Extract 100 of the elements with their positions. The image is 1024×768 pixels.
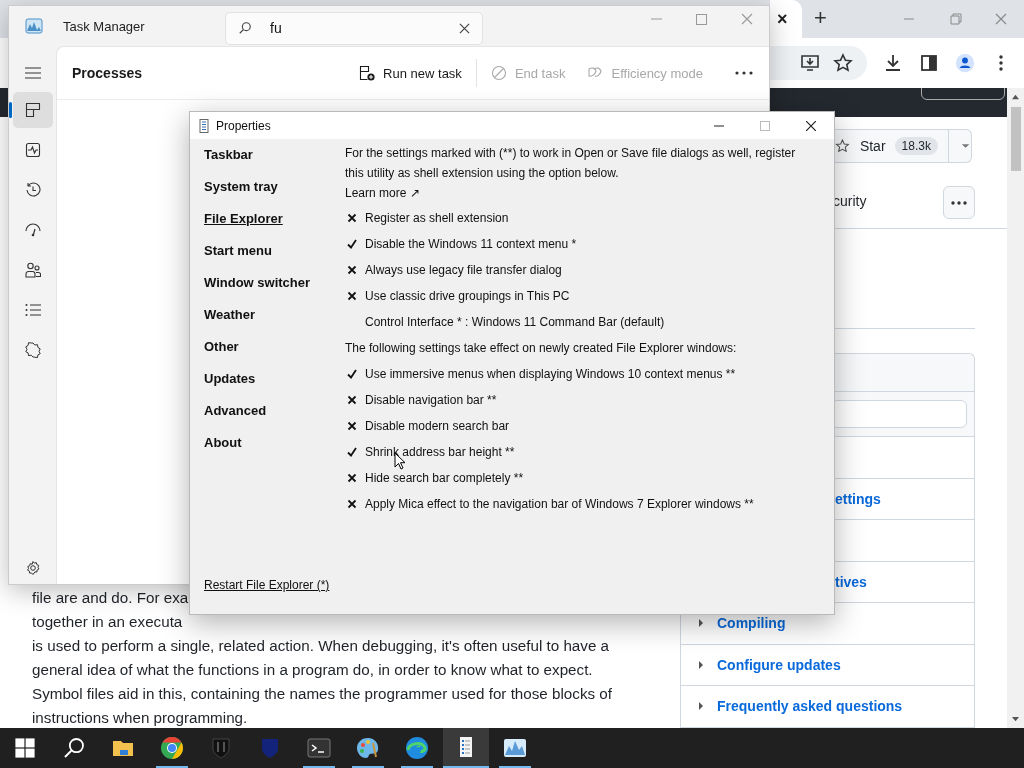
section-link[interactable]: Taskbar [204, 139, 253, 171]
section-link[interactable]: Start menu [204, 235, 272, 267]
start-icon[interactable] [13, 736, 37, 760]
article-text-line: instructions when programming. [32, 708, 248, 728]
section-link[interactable]: Advanced [204, 395, 267, 427]
chart-icon [503, 736, 527, 760]
install-app-icon[interactable] [800, 53, 820, 73]
option-label[interactable]: Use immersive menus when displaying Windows 10 context menus ** [365, 367, 736, 381]
option-label[interactable]: Disable navigation bar ** [365, 393, 497, 407]
scroll-up-icon[interactable] [1011, 93, 1020, 100]
cross-icon[interactable] [347, 499, 357, 509]
palette-icon [356, 736, 380, 760]
blocked-icon [490, 65, 507, 81]
new-tab-button[interactable]: + [814, 5, 827, 31]
expand-arrow-icon[interactable] [698, 660, 704, 669]
section-link[interactable]: Updates [204, 363, 256, 395]
scrollbar-thumb[interactable] [1010, 107, 1021, 171]
star-count: 18.3k [894, 137, 938, 155]
gauge-icon [24, 222, 41, 238]
search-icon[interactable] [62, 736, 86, 760]
nav-item[interactable] [12, 92, 53, 128]
learn-more-link[interactable]: Learn more ↗ [345, 183, 420, 203]
cross-icon[interactable] [347, 421, 357, 431]
side-panel-icon[interactable] [919, 53, 939, 73]
app-icon [25, 18, 43, 34]
clear-icon[interactable] [459, 22, 470, 34]
taskbar-app[interactable] [443, 728, 489, 768]
scrollbar[interactable] [1007, 88, 1024, 728]
sidebar-link[interactable]: ettings [835, 490, 881, 507]
users-icon [24, 262, 41, 278]
expand-arrow-icon[interactable] [698, 619, 704, 628]
shield-icon [209, 736, 233, 760]
option-label[interactable]: Apply Mica effect to the navigation bar of Windows 7 Explorer windows ** [365, 497, 754, 511]
browser-icon [160, 736, 184, 760]
search-icon [238, 21, 252, 35]
article-text-line: is used to perform a single, related action. When debugging, it's often useful to have a [32, 636, 609, 656]
expand-arrow-icon[interactable] [698, 702, 704, 711]
option-label[interactable]: Use classic drive groupings in This PC [365, 289, 570, 303]
article-text-line: file are and do. For exa [32, 588, 189, 608]
scroll-down-icon[interactable] [1011, 716, 1020, 723]
sidebar-link[interactable]: Compiling [717, 615, 786, 632]
profile-avatar-icon[interactable] [955, 53, 975, 73]
option-label[interactable]: Disable the Windows 11 context menu * [365, 237, 577, 251]
download-icon[interactable] [883, 53, 903, 73]
cross-icon[interactable] [347, 265, 357, 275]
section-link[interactable]: Weather [204, 299, 256, 331]
sidebar-link[interactable]: Configure updates [717, 656, 841, 673]
option-label[interactable]: Hide search bar completely ** [365, 471, 524, 485]
star-icon [835, 138, 850, 154]
cross-icon[interactable] [347, 291, 357, 301]
option-label[interactable]: Always use legacy file transfer dialog [365, 263, 562, 277]
toolbar-button[interactable]: Run new task [351, 61, 470, 85]
window-title: Task Manager [63, 18, 146, 34]
option-label[interactable]: Control Interface * : Windows 11 Command Bar (default) [365, 315, 665, 329]
page-title: Processes [72, 65, 143, 81]
bookmark-star-icon[interactable] [833, 53, 853, 73]
search-field[interactable]: fu [225, 11, 483, 45]
app-icon [199, 118, 209, 133]
article-text-line: together in an executa [32, 612, 183, 632]
more-icon [951, 200, 967, 205]
panels-icon [24, 102, 41, 118]
close-icon[interactable] [806, 120, 816, 131]
browser-icon [405, 736, 429, 760]
check-icon[interactable] [347, 369, 357, 379]
cross-icon[interactable] [347, 213, 357, 223]
add-task-icon [359, 65, 376, 81]
cross-icon[interactable] [347, 395, 357, 405]
caret-icon[interactable] [959, 142, 971, 150]
restart-link[interactable]: Restart File Explorer (*) [204, 578, 330, 592]
intro-text: For the settings marked with (**) to work in Open or Save file dialogs as well, register this utility as shell extension using the option below. [345, 145, 797, 182]
list-icon [24, 302, 41, 318]
option-label[interactable]: Disable modern search bar [365, 419, 510, 433]
settings-icon[interactable] [24, 560, 41, 576]
maximize-icon [760, 120, 770, 131]
star-label: Star [859, 138, 886, 154]
star-button[interactable]: Star 18.3k [835, 129, 972, 163]
browser-tab[interactable]: × [770, 0, 802, 38]
more-button[interactable] [943, 186, 975, 219]
window-title: Properties [216, 118, 271, 133]
section-link[interactable]: Window switcher [204, 267, 311, 299]
sidebar-link[interactable]: Frequently asked questions [717, 698, 903, 715]
activity-icon [24, 142, 41, 158]
section-link[interactable]: File Explorer [204, 203, 283, 235]
address-bar[interactable] [770, 46, 867, 80]
cross-icon[interactable] [347, 473, 357, 483]
option-label[interactable]: Register as shell extension [365, 211, 509, 225]
article-text-line: Symbol files aid in this, containing the names the programmer used for those blocks of [32, 684, 612, 704]
section-link[interactable]: About [204, 427, 242, 459]
history-icon [24, 182, 41, 198]
check-icon[interactable] [347, 447, 357, 457]
section-note: The following settings take effect on newly created File Explorer windows: [345, 341, 737, 355]
section-link[interactable]: System tray [204, 171, 278, 203]
tab-close-button[interactable]: × [777, 8, 788, 30]
section-link[interactable]: Other [204, 331, 239, 363]
sidebar-link[interactable]: tives [835, 573, 867, 590]
more-icon[interactable] [735, 71, 753, 75]
article-text-line: general idea of what the functions in a program do, in order to know what to expect. [32, 660, 593, 680]
puzzle-icon [24, 342, 41, 358]
check-icon[interactable] [347, 239, 357, 249]
option-label[interactable]: Shrink address bar height ** [365, 445, 515, 459]
